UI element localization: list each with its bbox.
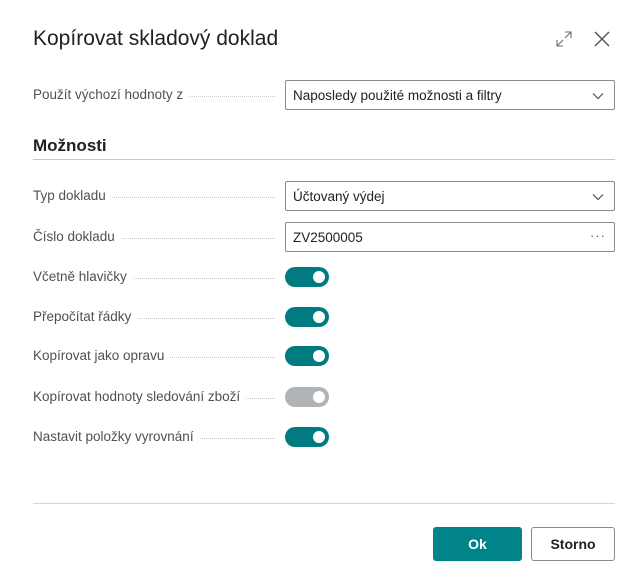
doc-type-label-wrap: Typ dokladu: [33, 181, 275, 211]
doc-no-label: Číslo dokladu: [33, 229, 121, 244]
set-apply-entries-toggle[interactable]: [285, 427, 329, 447]
defaults-label: Použít výchozí hodnoty z: [33, 87, 190, 102]
ok-button[interactable]: Ok: [433, 527, 522, 561]
section-divider: [33, 159, 615, 160]
doc-type-value: Účtovaný výdej: [293, 188, 385, 204]
doc-no-row: Číslo dokladu ZV2500005 ···: [33, 222, 615, 252]
title-actions: [553, 28, 613, 50]
set-apply-entries-label: Nastavit položky vyrovnání: [33, 429, 200, 444]
toggle-label-wrap: Přepočítat řádky: [33, 302, 275, 332]
toggle-label-wrap: Kopírovat hodnoty sledování zboží: [33, 382, 275, 412]
lookup-ellipsis-icon[interactable]: ···: [590, 228, 606, 243]
toggle-row-copy-as-correction: Kopírovat jako opravu: [33, 341, 615, 371]
footer-divider: [33, 503, 615, 504]
defaults-label-wrap: Použít výchozí hodnoty z: [33, 80, 275, 110]
close-icon[interactable]: [591, 28, 613, 50]
copy-as-correction-toggle[interactable]: [285, 346, 329, 366]
recalculate-lines-label: Přepočítat řádky: [33, 309, 138, 324]
cancel-button[interactable]: Storno: [531, 527, 615, 561]
toggle-knob: [313, 311, 325, 323]
expand-icon[interactable]: [553, 28, 575, 50]
toggle-label-wrap: Kopírovat jako opravu: [33, 341, 275, 371]
toggle-label-wrap: Nastavit položky vyrovnání: [33, 422, 275, 452]
toggle-knob: [313, 350, 325, 362]
copy-as-correction-label: Kopírovat jako opravu: [33, 348, 171, 363]
toggle-row-set-apply-entries: Nastavit položky vyrovnání: [33, 422, 615, 452]
defaults-select[interactable]: Naposledy použité možnosti a filtry: [285, 80, 615, 110]
include-header-label: Včetně hlavičky: [33, 269, 133, 284]
copy-item-tracking-toggle: [285, 387, 329, 407]
toggle-knob: [313, 391, 325, 403]
doc-no-input[interactable]: ZV2500005 ···: [285, 222, 615, 252]
chevron-down-icon: [592, 194, 604, 201]
chevron-down-icon: [592, 93, 604, 100]
toggle-row-recalculate-lines: Přepočítat řádky: [33, 302, 615, 332]
dialog-title: Kopírovat skladový doklad: [33, 27, 279, 50]
defaults-value: Naposledy použité možnosti a filtry: [293, 87, 502, 103]
doc-no-value: ZV2500005: [293, 229, 363, 245]
toggle-row-include-header: Včetně hlavičky: [33, 262, 615, 292]
doc-type-select[interactable]: Účtovaný výdej: [285, 181, 615, 211]
defaults-row: Použít výchozí hodnoty z Naposledy použi…: [33, 80, 615, 110]
copy-item-tracking-label: Kopírovat hodnoty sledování zboží: [33, 389, 247, 404]
doc-type-label: Typ dokladu: [33, 188, 112, 203]
toggle-label-wrap: Včetně hlavičky: [33, 262, 275, 292]
section-title-options: Možnosti: [33, 136, 107, 155]
copy-document-dialog: Kopírovat skladový doklad Použít výchozí…: [0, 0, 635, 577]
toggle-knob: [313, 431, 325, 443]
doc-type-row: Typ dokladu Účtovaný výdej: [33, 181, 615, 211]
recalculate-lines-toggle[interactable]: [285, 307, 329, 327]
toggle-knob: [313, 271, 325, 283]
include-header-toggle[interactable]: [285, 267, 329, 287]
doc-no-label-wrap: Číslo dokladu: [33, 222, 275, 252]
toggle-row-copy-item-tracking: Kopírovat hodnoty sledování zboží: [33, 382, 615, 412]
